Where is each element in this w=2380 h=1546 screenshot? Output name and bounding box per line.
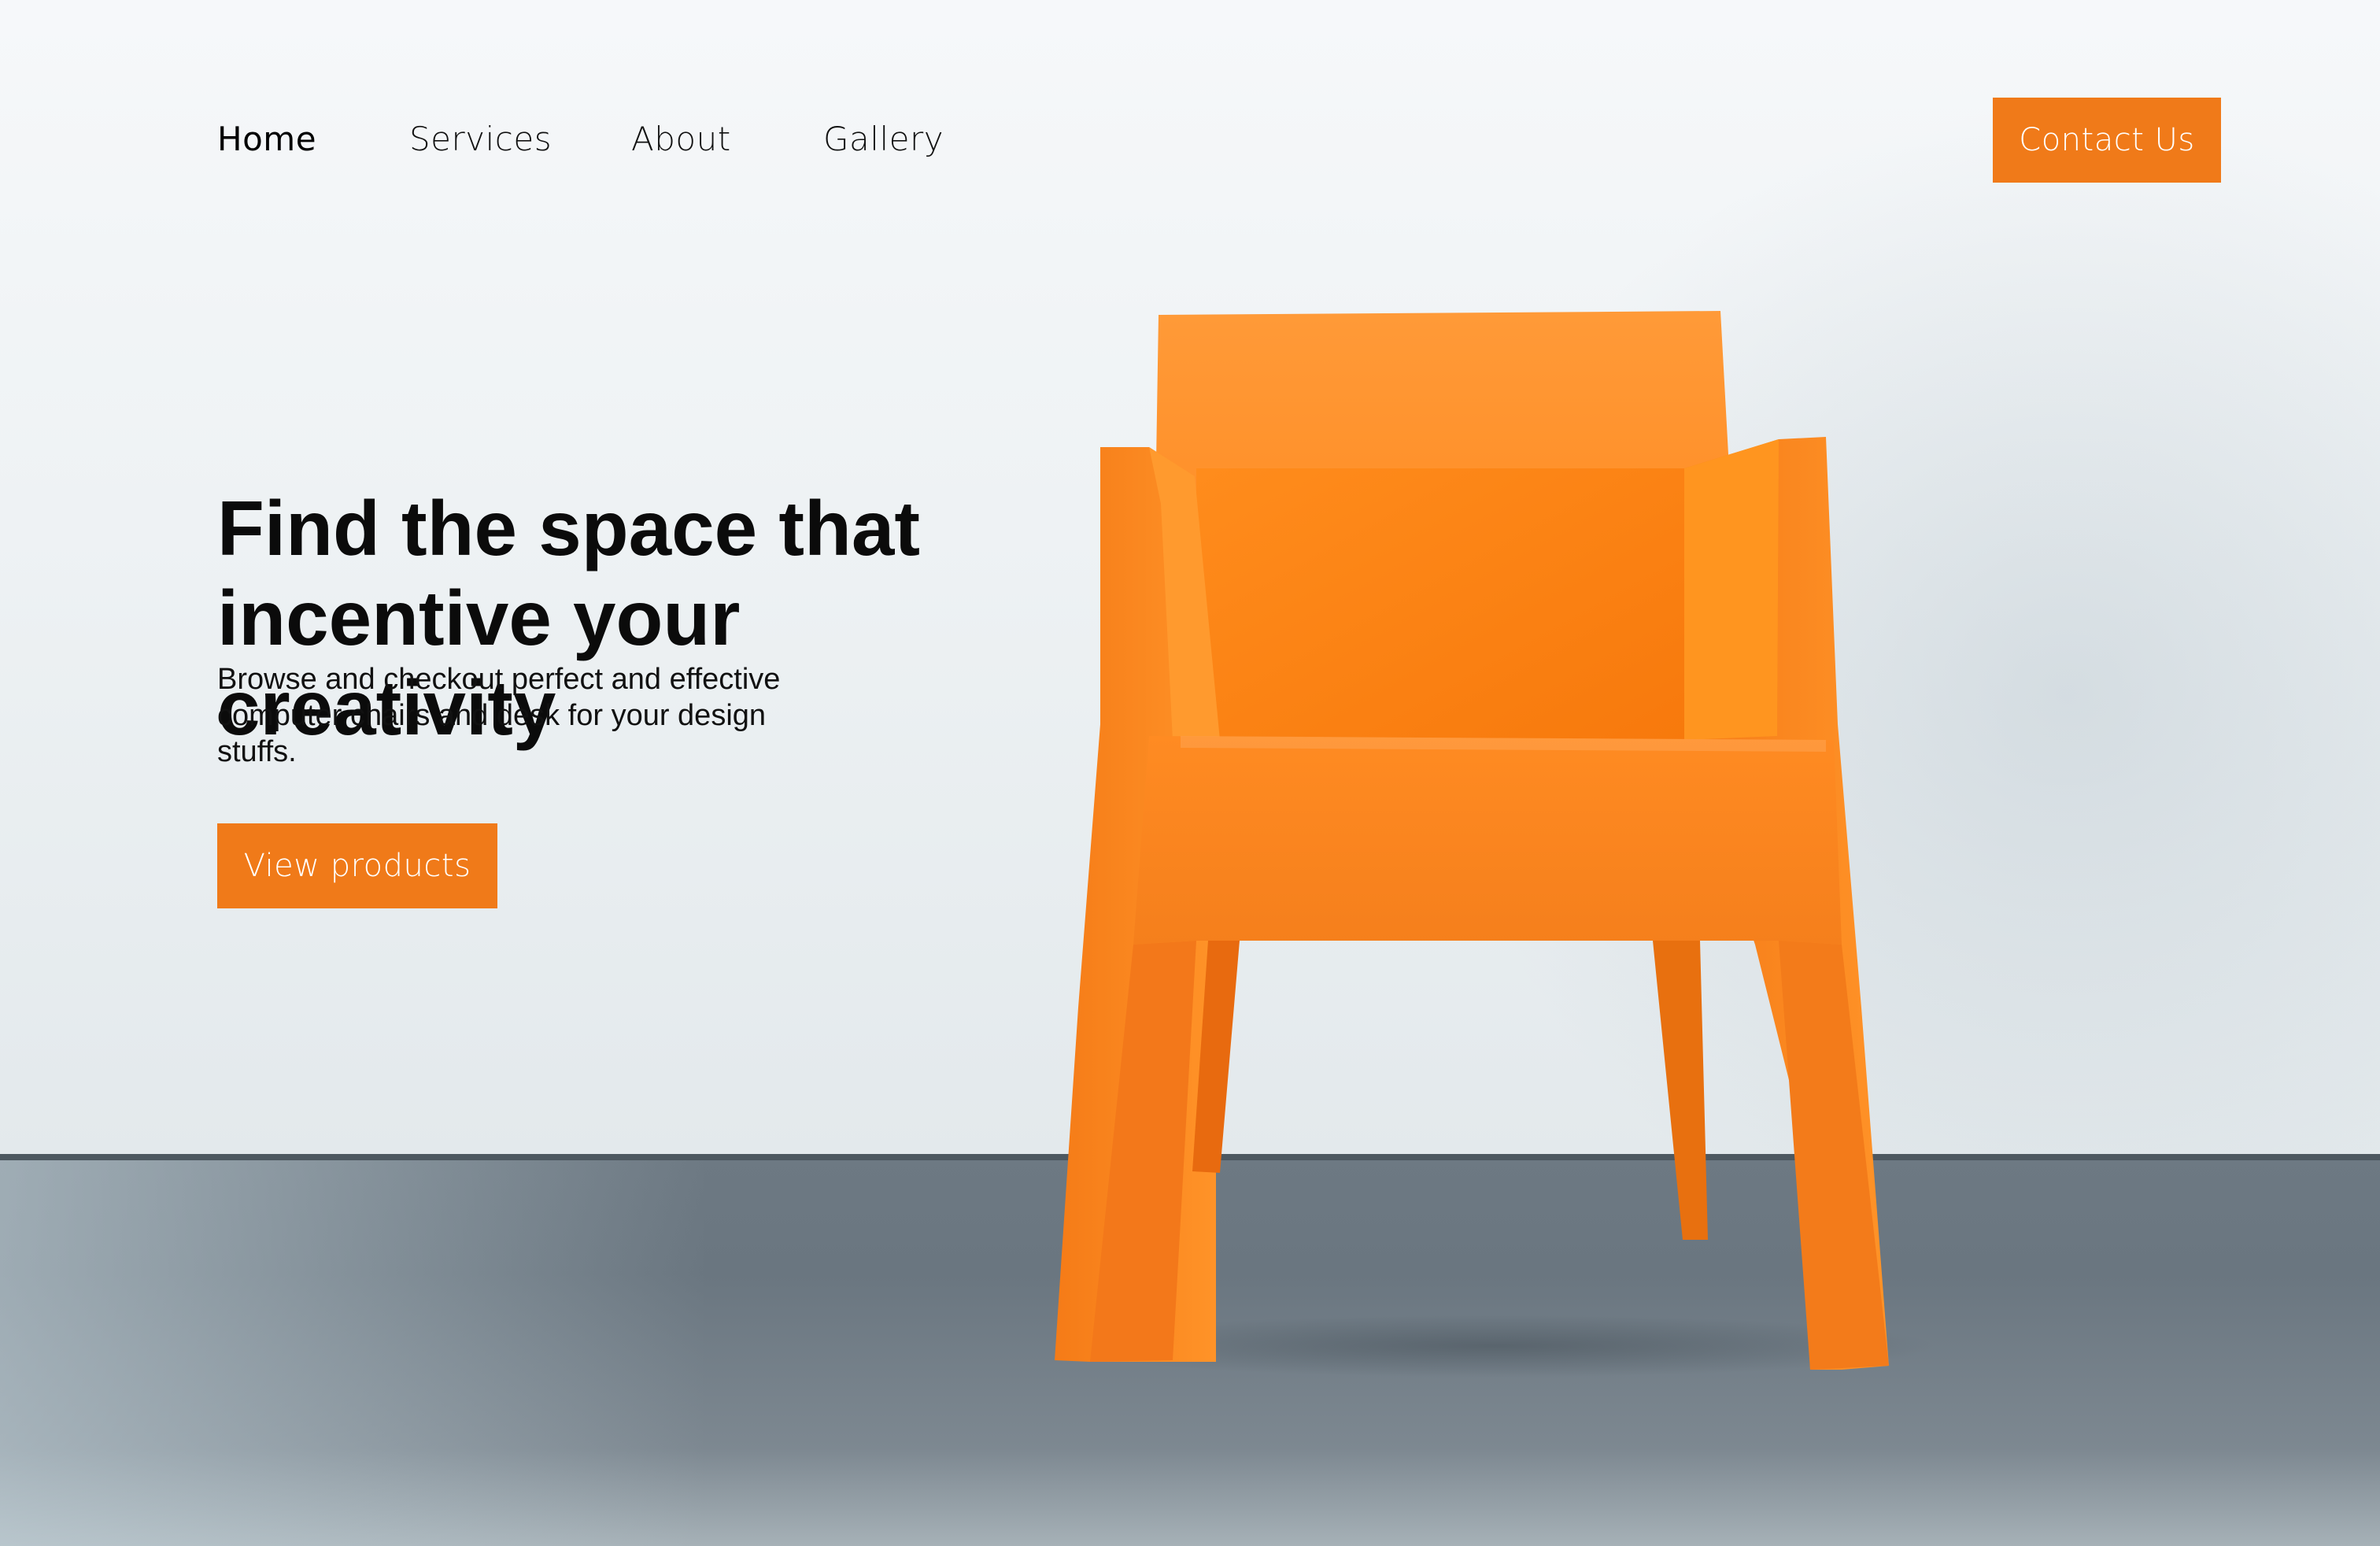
contact-us-button[interactable]: Contact Us (1993, 98, 2221, 183)
nav-link-services[interactable]: Services (409, 120, 552, 158)
view-products-button[interactable]: View products (217, 823, 497, 908)
nav-link-home[interactable]: Home (217, 120, 316, 158)
floor-reflection (0, 1157, 708, 1546)
hero-subtext: Browse and checkout perfect and effectiv… (217, 663, 781, 768)
hero-chair-image (1055, 311, 1936, 1378)
nav-link-about[interactable]: About (631, 120, 731, 158)
nav-link-gallery[interactable]: Gallery (823, 120, 944, 158)
landing-page: Home Services About Gallery Contact Us F… (0, 0, 2380, 1546)
